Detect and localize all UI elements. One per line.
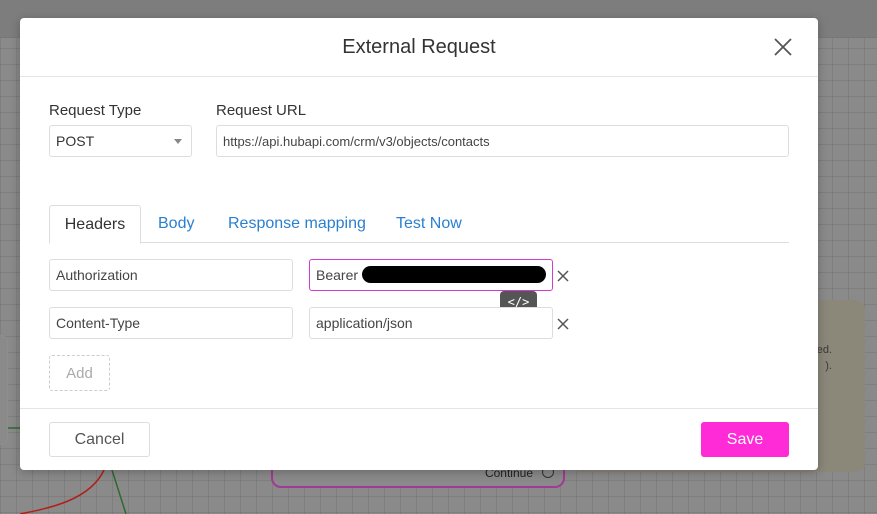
add-header-button[interactable]: Add: [49, 355, 110, 391]
remove-header-icon[interactable]: [557, 269, 569, 282]
header-key-input[interactable]: Authorization: [49, 259, 293, 291]
modal-title: External Request: [342, 36, 496, 58]
tab-body[interactable]: Body: [158, 205, 194, 243]
header-key-input[interactable]: Content-Type: [49, 307, 293, 339]
header-value-input[interactable]: application/json: [309, 307, 553, 339]
background-flow-node: [0, 335, 8, 445]
modal-footer: Cancel Save: [20, 408, 818, 470]
header-value-input[interactable]: Bearer: [309, 259, 553, 291]
header-value-text: Bearer: [316, 267, 359, 283]
header-key-value: Authorization: [56, 267, 138, 283]
close-icon[interactable]: [772, 36, 794, 58]
background-card-text: ed.: [816, 344, 832, 356]
modal-header: External Request: [20, 18, 818, 77]
redacted-token: [362, 266, 546, 283]
background-card-text: ).: [825, 360, 832, 372]
tab-headers[interactable]: Headers: [49, 205, 141, 244]
save-button[interactable]: Save: [701, 422, 789, 457]
request-type-value: POST: [56, 133, 95, 149]
request-url-label: Request URL: [216, 102, 307, 119]
request-tabs: Headers Body Response mapping Test Now: [49, 205, 789, 244]
remove-header-icon[interactable]: [557, 317, 569, 330]
external-request-modal: External Request Request Type POST Reque…: [20, 18, 818, 470]
tab-test-now[interactable]: Test Now: [396, 205, 462, 243]
request-url-value: https://api.hubapi.com/crm/v3/objects/co…: [223, 133, 490, 149]
request-type-select[interactable]: POST: [49, 125, 192, 157]
header-value-text: application/json: [316, 315, 413, 331]
tab-response-mapping[interactable]: Response mapping: [228, 205, 366, 243]
request-type-label: Request Type: [49, 102, 142, 119]
header-key-value: Content-Type: [56, 315, 141, 331]
request-url-input[interactable]: https://api.hubapi.com/crm/v3/objects/co…: [216, 125, 789, 157]
cancel-button[interactable]: Cancel: [49, 422, 150, 457]
chevron-down-icon: [174, 139, 182, 144]
